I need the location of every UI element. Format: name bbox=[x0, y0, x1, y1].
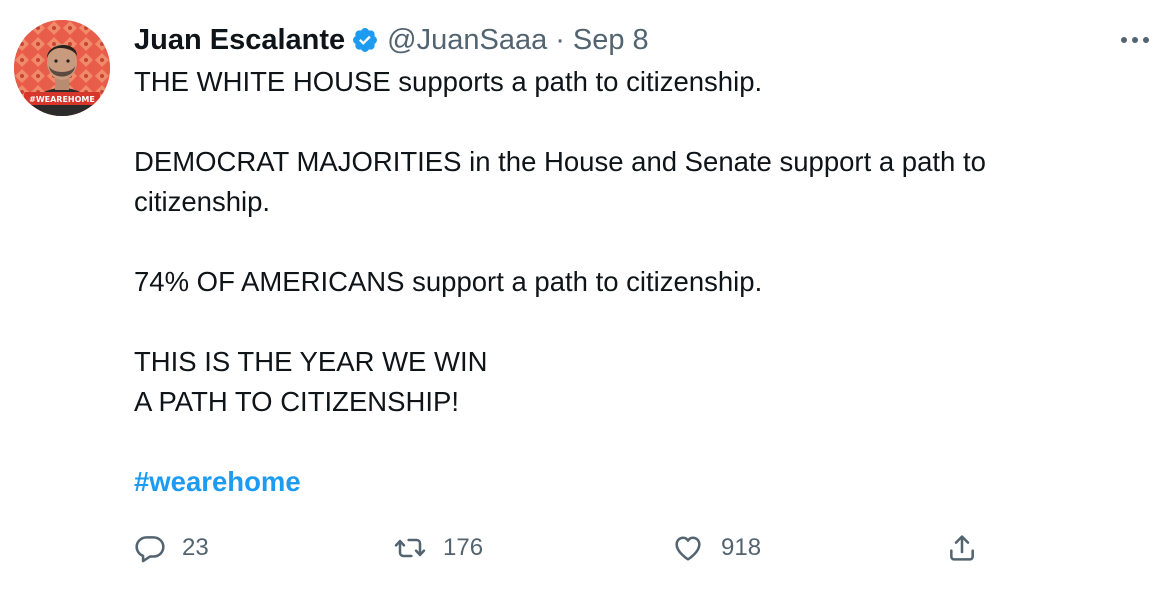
share-icon bbox=[950, 535, 974, 561]
tweet-line: THE WHITE HOUSE supports a path to citiz… bbox=[134, 66, 763, 97]
more-icon bbox=[1121, 37, 1149, 43]
tweet-header: Juan Escalante @JuanSaaa · Sep 8 bbox=[134, 22, 649, 58]
handle[interactable]: @JuanSaaa bbox=[387, 24, 547, 57]
like-button[interactable]: 918 bbox=[671, 530, 761, 566]
tweet-text: THE WHITE HOUSE supports a path to citiz… bbox=[134, 62, 1144, 502]
tweet-line: A PATH TO CITIZENSHIP! bbox=[134, 386, 459, 417]
reply-button[interactable]: 23 bbox=[134, 530, 209, 566]
retweet-button[interactable]: 176 bbox=[393, 530, 483, 566]
avatar[interactable]: #WEAREHOME bbox=[14, 20, 110, 116]
retweet-count: 176 bbox=[443, 534, 484, 561]
tweet-line: DEMOCRAT MAJORITIES in the House and Sen… bbox=[134, 146, 986, 177]
action-bar: 23 176 918 bbox=[0, 530, 1175, 566]
like-count: 918 bbox=[721, 534, 762, 561]
tweet-line: 74% OF AMERICANS support a path to citiz… bbox=[134, 266, 763, 297]
tweet-line: citizenship. bbox=[134, 186, 271, 217]
share-button[interactable] bbox=[946, 530, 978, 566]
reply-count: 23 bbox=[182, 534, 209, 561]
heart-icon bbox=[675, 536, 701, 561]
avatar-image: #WEAREHOME bbox=[14, 20, 110, 116]
display-name[interactable]: Juan Escalante bbox=[134, 24, 345, 57]
separator: · bbox=[555, 23, 565, 56]
retweet-icon bbox=[394, 538, 426, 558]
avatar-badge-text: #WEAREHOME bbox=[29, 95, 95, 104]
hashtag-link[interactable]: #wearehome bbox=[134, 466, 301, 497]
reply-icon bbox=[135, 536, 165, 563]
tweet[interactable]: #WEAREHOME Juan Escalante @JuanSaaa · Se… bbox=[0, 0, 1175, 591]
tweet-line: THIS IS THE YEAR WE WIN bbox=[134, 346, 488, 377]
verified-badge-icon bbox=[351, 26, 379, 54]
timestamp[interactable]: Sep 8 bbox=[573, 24, 649, 57]
more-button[interactable] bbox=[1117, 22, 1153, 58]
